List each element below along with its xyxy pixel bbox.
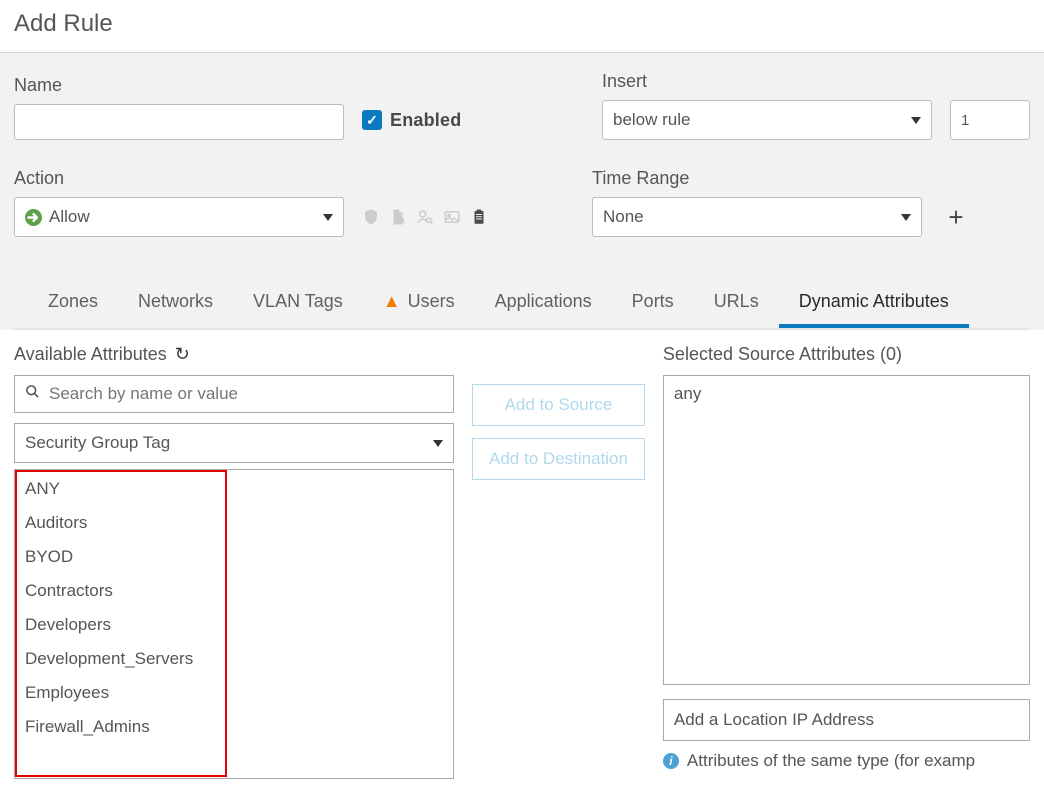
tab-dynamic-attributes[interactable]: Dynamic Attributes — [779, 277, 969, 328]
action-icon-bar — [362, 197, 488, 237]
info-text: Attributes of the same type (for examp — [687, 751, 975, 771]
clipboard-icon — [470, 208, 488, 226]
available-attributes-col: Available Attributes ↻ Security Group Ta… — [14, 344, 454, 779]
list-item[interactable]: Auditors — [15, 506, 453, 540]
insert-label: Insert — [602, 71, 932, 92]
page-title: Add Rule — [0, 0, 1044, 53]
top-form: Name ✓ Enabled Insert below rule Action — [0, 53, 1044, 330]
file-icon — [389, 208, 407, 226]
chevron-down-icon — [901, 214, 911, 221]
available-attributes-title: Available Attributes — [14, 344, 167, 365]
chevron-down-icon — [323, 214, 333, 221]
tab-users[interactable]: ▲ Users — [363, 277, 475, 328]
tab-applications[interactable]: Applications — [475, 277, 612, 328]
enabled-checkbox[interactable]: ✓ — [362, 110, 382, 130]
selected-attributes-col: Selected Source Attributes (0) any i Att… — [663, 344, 1030, 771]
user-search-icon — [416, 208, 434, 226]
action-label: Action — [14, 168, 344, 189]
chevron-down-icon — [911, 117, 921, 124]
tab-zones[interactable]: Zones — [28, 277, 118, 328]
tab-networks[interactable]: Networks — [118, 277, 233, 328]
selected-source-list[interactable]: any — [663, 375, 1030, 685]
list-item[interactable]: ANY — [15, 472, 453, 506]
search-box[interactable] — [14, 375, 454, 413]
insert-position-input[interactable] — [950, 100, 1030, 140]
tab-ports[interactable]: Ports — [612, 277, 694, 328]
list-item[interactable]: Employees — [15, 676, 453, 710]
insert-pos-label — [950, 71, 1030, 92]
enabled-label: Enabled — [390, 110, 461, 131]
tab-vlan-tags[interactable]: VLAN Tags — [233, 277, 363, 328]
attribute-type-value: Security Group Tag — [25, 433, 170, 453]
content-panel: Available Attributes ↻ Security Group Ta… — [0, 330, 1044, 779]
attribute-list[interactable]: ANY Auditors BYOD Contractors Developers… — [14, 469, 454, 779]
action-value: Allow — [49, 207, 90, 227]
warning-icon: ▲ — [383, 291, 401, 312]
list-item[interactable]: Developers — [15, 608, 453, 642]
search-input[interactable] — [47, 383, 443, 405]
name-input[interactable] — [14, 104, 344, 140]
info-icon: i — [663, 753, 679, 769]
add-to-destination-button[interactable]: Add to Destination — [472, 438, 645, 480]
list-item[interactable]: BYOD — [15, 540, 453, 574]
insert-value: below rule — [613, 110, 691, 130]
image-icon — [443, 208, 461, 226]
time-range-label: Time Range — [592, 168, 922, 189]
attribute-type-select[interactable]: Security Group Tag — [14, 423, 454, 463]
time-range-value: None — [603, 207, 644, 227]
list-item[interactable]: Development_Servers — [15, 642, 453, 676]
tab-bar: Zones Networks VLAN Tags ▲ Users Applica… — [14, 277, 1030, 330]
refresh-icon[interactable]: ↻ — [175, 344, 190, 365]
list-item[interactable]: Firewall_Admins — [15, 710, 453, 744]
shield-icon — [362, 208, 380, 226]
list-item[interactable]: Contractors — [15, 574, 453, 608]
add-location-input[interactable] — [663, 699, 1030, 741]
chevron-down-icon — [433, 440, 443, 447]
transfer-buttons-col: Add to Source Add to Destination — [472, 384, 645, 480]
insert-select[interactable]: below rule — [602, 100, 932, 140]
time-range-select[interactable]: None — [592, 197, 922, 237]
tab-urls[interactable]: URLs — [694, 277, 779, 328]
allow-icon — [25, 209, 42, 226]
selected-any-item: any — [674, 384, 1019, 404]
add-time-range-button[interactable]: + — [940, 197, 972, 237]
name-label: Name — [14, 75, 344, 96]
action-select[interactable]: Allow — [14, 197, 344, 237]
search-icon — [25, 384, 40, 404]
selected-source-title: Selected Source Attributes (0) — [663, 344, 902, 365]
add-to-source-button[interactable]: Add to Source — [472, 384, 645, 426]
